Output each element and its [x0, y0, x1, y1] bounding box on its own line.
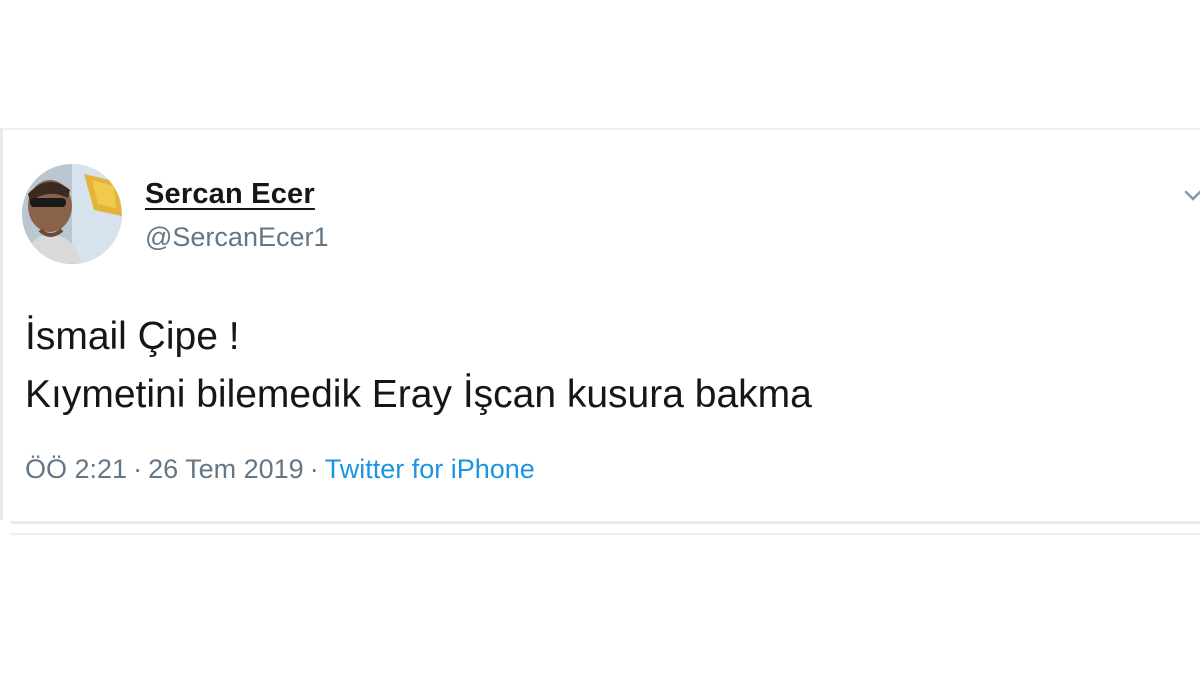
avatar[interactable] — [22, 164, 122, 264]
meta-separator: · — [133, 454, 143, 484]
tweet-text-line: Kıymetini bilemedik Eray İşcan kusura ba… — [25, 373, 812, 416]
author-handle[interactable]: @SercanEcer1 — [145, 222, 329, 253]
profile-photo-icon — [22, 164, 122, 264]
tweet-date[interactable]: 26 Tem 2019 — [148, 454, 304, 484]
tweet-source-link[interactable]: Twitter for iPhone — [325, 454, 535, 484]
divider — [10, 521, 1200, 524]
tweet-meta: ÖÖ 2:21 · 26 Tem 2019 · Twitter for iPhone — [25, 454, 535, 485]
author-name[interactable]: Sercan Ecer — [145, 178, 315, 211]
divider — [10, 533, 1200, 535]
tweet-text: İsmail Çipe ! Kıymetini bilemedik Eray İ… — [25, 308, 1175, 424]
tweet-time[interactable]: ÖÖ 2:21 — [25, 454, 127, 484]
tweet-text-line: İsmail Çipe ! — [25, 315, 240, 358]
meta-separator: · — [309, 454, 319, 484]
chevron-down-icon[interactable] — [1182, 186, 1200, 206]
